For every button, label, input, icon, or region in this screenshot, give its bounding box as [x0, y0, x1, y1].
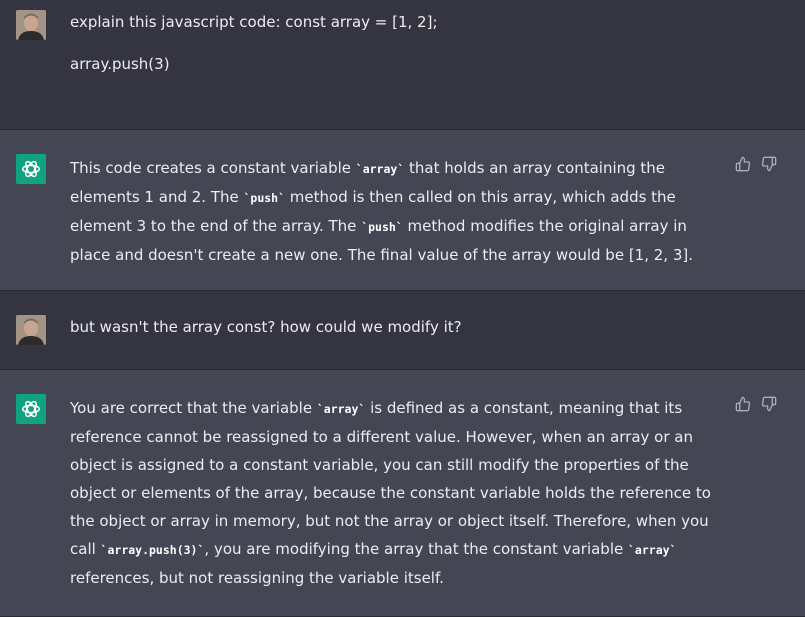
assistant-message: You are correct that the variable `array…: [0, 370, 805, 617]
inline-code: `array`: [355, 162, 405, 176]
user-avatar: [16, 315, 46, 345]
assistant-message: This code creates a constant variable `a…: [0, 130, 805, 291]
message-text: explain this javascript code: const arra…: [70, 8, 720, 78]
user-avatar-photo: [16, 315, 46, 345]
feedback-actions: [735, 156, 777, 172]
message-paragraph: This code creates a constant variable `a…: [70, 154, 720, 269]
thumbs-down-icon[interactable]: [761, 156, 777, 172]
inline-code: `array`: [316, 402, 366, 416]
assistant-avatar: [16, 154, 46, 184]
openai-logo-icon: [22, 160, 40, 178]
user-avatar: [16, 10, 46, 40]
message-text: but wasn't the array const? how could we…: [70, 313, 720, 341]
feedback-actions: [735, 396, 777, 412]
user-avatar-photo: [16, 10, 46, 40]
assistant-avatar: [16, 394, 46, 424]
thumbs-down-icon[interactable]: [761, 396, 777, 412]
message-paragraph: You are correct that the variable `array…: [70, 394, 720, 592]
inline-code: `array`: [628, 543, 677, 557]
user-message: explain this javascript code: const arra…: [0, 0, 805, 130]
openai-logo-icon: [22, 400, 40, 418]
message-text: This code creates a constant variable `a…: [70, 154, 720, 269]
text-segment: , you are modifying the array that the c…: [204, 540, 628, 558]
user-message: but wasn't the array const? how could we…: [0, 291, 805, 370]
thumbs-up-icon[interactable]: [735, 396, 751, 412]
message-text: You are correct that the variable `array…: [70, 394, 720, 592]
message-paragraph: array.push(3): [70, 55, 170, 73]
inline-code: `push`: [361, 220, 403, 234]
message-paragraph: but wasn't the array const? how could we…: [70, 318, 462, 336]
inline-code: `push`: [243, 191, 286, 205]
text-segment: references, but not reassigning the vari…: [70, 569, 444, 587]
message-paragraph: explain this javascript code: const arra…: [70, 13, 438, 31]
text-segment: You are correct that the variable: [70, 399, 317, 417]
text-segment: is defined as a constant, meaning that i…: [70, 399, 711, 558]
text-segment: This code creates a constant variable: [70, 159, 356, 177]
inline-code: `array.push(3)`: [100, 543, 205, 557]
thumbs-up-icon[interactable]: [735, 156, 751, 172]
chat-thread: explain this javascript code: const arra…: [0, 0, 805, 617]
